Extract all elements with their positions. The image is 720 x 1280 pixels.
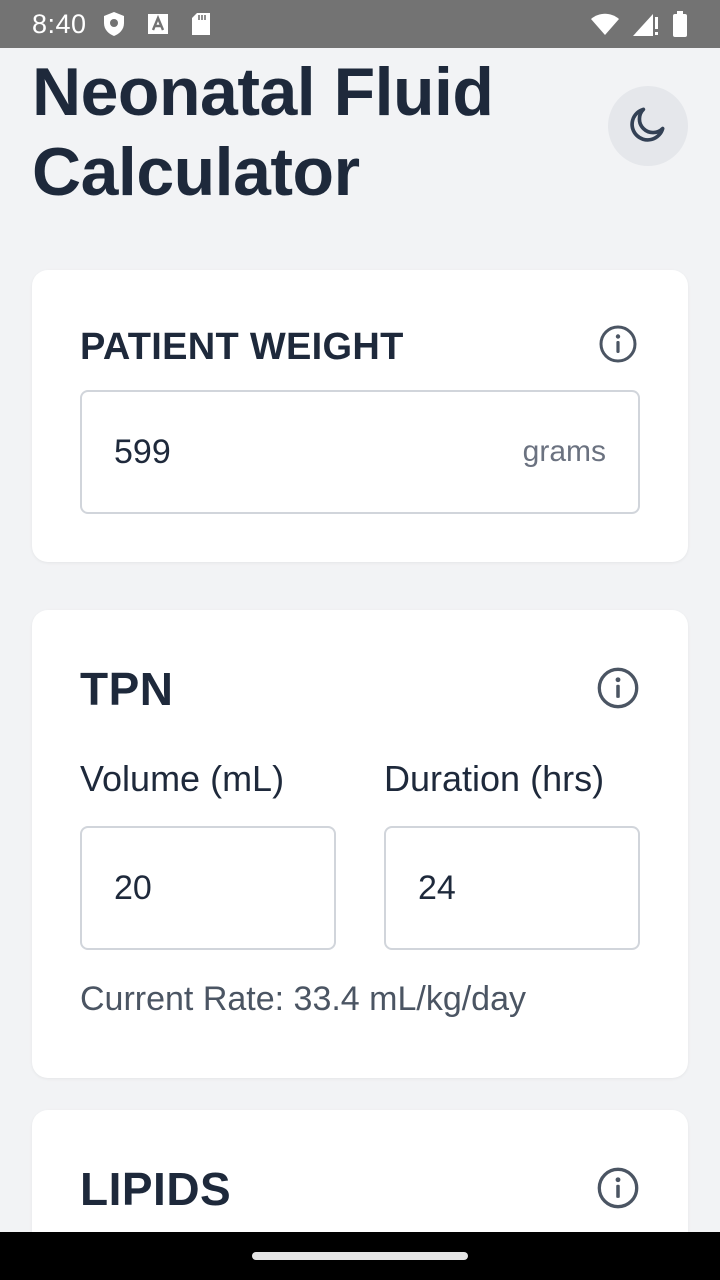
weight-info-button[interactable] — [596, 324, 640, 368]
status-bar: 8:40 — [0, 0, 720, 48]
status-time: 8:40 — [32, 8, 87, 39]
volume-label: Volume (mL) — [80, 758, 285, 799]
lipids-title: LIPIDS — [80, 1163, 232, 1215]
volume-input[interactable] — [114, 868, 302, 908]
status-icons-left — [103, 11, 211, 37]
header: Neonatal Fluid Calculator — [32, 48, 688, 210]
theme-toggle-button[interactable] — [608, 86, 688, 166]
shield-icon — [103, 11, 125, 37]
current-rate-text: Current Rate: 33.4 mL/kg/day — [80, 980, 527, 1018]
patient-weight-title: PATIENT WEIGHT — [80, 326, 404, 368]
info-icon — [598, 324, 638, 369]
duration-input-field[interactable] — [384, 826, 640, 950]
page: Neonatal Fluid Calculator PATIENT WEIGHT… — [0, 48, 720, 1232]
duration-label: Duration (hrs) — [384, 758, 605, 799]
battery-icon — [672, 10, 688, 38]
lipids-card: LIPIDS — [32, 1110, 688, 1232]
info-icon — [596, 1166, 640, 1215]
tpn-title: TPN — [80, 663, 174, 715]
patient-weight-card: PATIENT WEIGHT grams — [32, 270, 688, 562]
cell-signal-alert-icon — [632, 11, 660, 37]
tpn-info-button[interactable] — [596, 666, 640, 715]
page-title: Neonatal Fluid Calculator — [32, 54, 494, 210]
info-icon — [596, 666, 640, 715]
font-a-icon — [147, 13, 169, 35]
volume-input-field[interactable] — [80, 826, 336, 950]
wifi-icon — [590, 12, 620, 36]
duration-input[interactable] — [418, 868, 606, 908]
home-indicator[interactable] — [252, 1252, 468, 1260]
lipids-info-button[interactable] — [596, 1166, 640, 1215]
tpn-card: TPN Volume (mL) Duration (hrs) Current R… — [32, 610, 688, 1078]
weight-input-field[interactable]: grams — [80, 390, 640, 514]
moon-icon — [626, 102, 670, 151]
weight-unit-label: grams — [522, 435, 606, 468]
navigation-bar — [0, 1232, 720, 1280]
sd-card-icon — [191, 12, 211, 36]
status-icons-right — [590, 10, 688, 38]
weight-input[interactable] — [114, 432, 511, 472]
